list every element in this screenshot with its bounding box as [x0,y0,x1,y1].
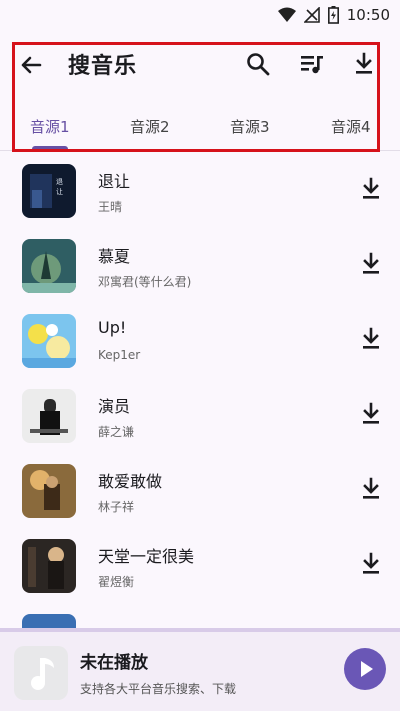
song-download-button[interactable] [358,326,384,352]
song-artist: 翟煜衡 [98,575,135,589]
album-cover [22,314,76,368]
song-artist: 王晴 [98,200,123,214]
song-artist: 邓寓君(等什么君) [98,275,192,289]
song-row[interactable]: Up! Kep1er [0,306,400,381]
status-icons: 10:50 [277,6,390,24]
album-cover [22,389,76,443]
song-download-button[interactable] [358,476,384,502]
song-row-partial[interactable] [0,606,400,628]
song-title: 慕夏 [98,247,131,266]
download-icon [363,327,379,349]
song-row[interactable]: 退让 退让 王晴 [0,156,400,231]
album-cover [22,239,76,293]
song-title: 天堂一定很美 [98,547,195,566]
song-artist: 林子祥 [98,500,135,514]
song-title: 退让 [98,172,131,191]
song-download-button[interactable] [358,176,384,202]
song-artist: 薛之谦 [98,425,135,439]
album-cover [22,464,76,518]
download-icon [363,477,379,499]
status-time: 10:50 [346,6,390,24]
status-bar: 10:50 [0,0,400,30]
song-title: 敢爱敢做 [98,472,163,491]
album-cover: 退让 [22,164,76,218]
song-title: 演员 [98,397,131,416]
song-row[interactable]: 慕夏 邓寓君(等什么君) [0,231,400,306]
wifi-icon [277,7,296,23]
download-icon [363,177,379,199]
svg-text:退: 退 [56,177,63,186]
signal-off-icon [303,7,320,23]
album-cover [22,539,76,593]
song-row[interactable]: 敢爱敢做 林子祥 [0,456,400,531]
song-list[interactable]: 退让 退让 王晴 慕夏 邓寓君(等什么君) Up! Kep1er 演员 薛之谦 [0,152,400,628]
song-download-button[interactable] [358,401,384,427]
download-icon [363,252,379,274]
mini-player-title: 未在播放 [80,653,148,673]
music-note-icon [31,658,54,690]
album-cover [22,614,76,628]
song-row[interactable]: 天堂一定很美 翟煜衡 [0,531,400,606]
song-download-button[interactable] [358,251,384,277]
battery-charging-icon [327,6,339,24]
download-icon [363,552,379,574]
song-artist: Kep1er [98,348,141,362]
mini-player[interactable]: 未在播放 支持各大平台音乐搜索、下载 [0,628,400,711]
play-button[interactable] [344,648,386,690]
song-title: Up! [98,318,127,337]
mini-player-subtitle: 支持各大平台音乐搜索、下载 [80,682,237,696]
svg-text:让: 让 [56,187,63,196]
mini-player-cover [14,646,68,700]
play-icon [361,661,373,677]
download-icon [363,402,379,424]
song-download-button[interactable] [358,551,384,577]
highlight-box [12,42,380,152]
mini-player-divider [0,628,400,632]
song-row[interactable]: 演员 薛之谦 [0,381,400,456]
